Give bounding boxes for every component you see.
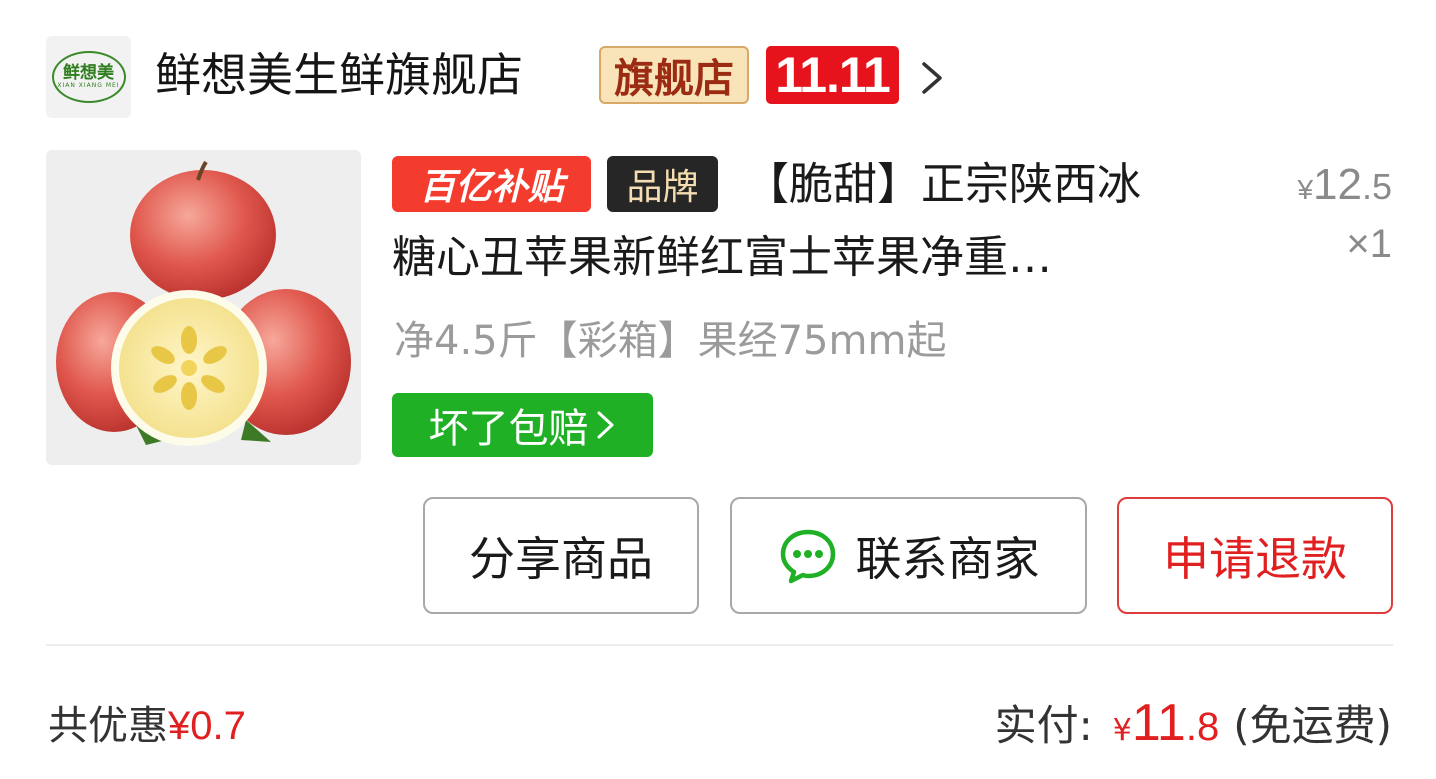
guarantee-label: 坏了包赔 <box>428 406 589 452</box>
request-refund-label: 申请退款 <box>1163 531 1347 586</box>
double-eleven-badge: 11.11 <box>766 46 899 104</box>
chevron-right-icon <box>597 411 613 439</box>
unit-price-decimal: .5 <box>1361 166 1392 207</box>
product-title-line2[interactable]: 糖心丑苹果新鲜红富士苹果净重… <box>392 228 1052 288</box>
shipping-note: (免运费) <box>1233 701 1392 750</box>
discount-value: ¥0.7 <box>168 704 246 748</box>
flagship-badge: 旗舰店 <box>599 46 749 104</box>
paid-label: 实付: <box>994 701 1093 750</box>
logo-text: 鲜想美 <box>63 63 114 83</box>
paid-currency-symbol: ¥ <box>1112 713 1132 748</box>
brand-badge: 品牌 <box>607 156 718 212</box>
chat-bubble-icon <box>780 529 835 583</box>
discount-summary: 共优惠¥0.7 <box>48 693 246 751</box>
logo-subtext: XIAN XIANG MEI <box>57 82 120 89</box>
product-spec: 净4.5斤【彩箱】果经75mm起 <box>394 318 947 364</box>
apple-image-icon <box>56 160 351 446</box>
contact-seller-label: 联系商家 <box>855 531 1040 586</box>
subsidy-badge: 百亿补贴 <box>392 156 591 212</box>
guarantee-badge[interactable]: 坏了包赔 <box>392 393 653 457</box>
store-name[interactable]: 鲜想美生鲜旗舰店 <box>155 44 523 106</box>
discount-label: 共优惠 <box>48 703 168 749</box>
unit-price: ¥12.5 <box>1297 160 1392 210</box>
store-logo-mark: 鲜想美 XIAN XIANG MEI <box>51 51 126 103</box>
store-logo[interactable]: 鲜想美 XIAN XIANG MEI <box>46 36 131 118</box>
unit-price-integer: 12 <box>1313 160 1362 209</box>
share-product-button[interactable]: 分享商品 <box>423 497 699 614</box>
paid-decimal: .8 <box>1185 705 1220 749</box>
share-product-label: 分享商品 <box>469 531 653 586</box>
product-image[interactable] <box>46 150 361 465</box>
quantity: ×1 <box>1346 222 1392 266</box>
contact-seller-button[interactable]: 联系商家 <box>730 497 1087 614</box>
product-title-line1[interactable]: 【脆甜】正宗陕西冰 <box>745 155 1141 215</box>
request-refund-button[interactable]: 申请退款 <box>1117 497 1393 614</box>
divider <box>46 644 1393 646</box>
paid-integer: 11 <box>1131 694 1186 752</box>
currency-symbol: ¥ <box>1297 174 1314 205</box>
chevron-right-icon[interactable] <box>918 56 946 100</box>
total-paid: 实付: ¥ 11 .8 (免运费) <box>995 692 1392 753</box>
